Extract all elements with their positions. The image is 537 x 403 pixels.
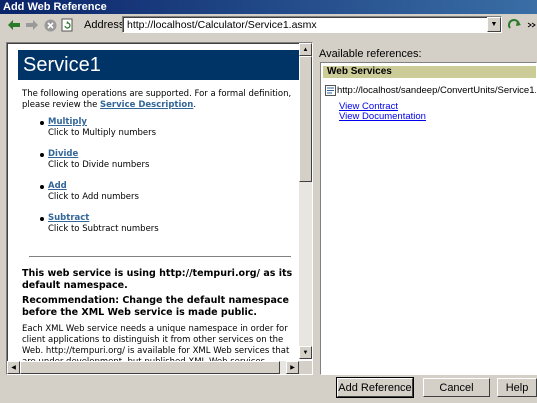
service-page: Service1 The following operations are su… (9, 45, 300, 361)
bullet-icon (40, 217, 44, 221)
operation-item: Divide Click to Divide numbers (48, 149, 149, 171)
window-title: Add Web Reference (0, 0, 537, 14)
go-arrow-icon[interactable] (507, 17, 523, 33)
operation-item: Subtract Click to Subtract numbers (48, 213, 159, 235)
web-service-icon (325, 85, 336, 99)
horizontal-scroll-thumb[interactable] (20, 361, 280, 374)
scroll-up-icon[interactable]: ▲ (299, 43, 312, 56)
scroll-down-icon[interactable]: ▼ (299, 346, 312, 359)
help-button[interactable]: Help (497, 378, 537, 397)
operation-desc: Click to Multiply numbers (48, 128, 157, 138)
toolbar: Address: http://localhost/Calculator/Ser… (0, 14, 537, 36)
operation-desc: Click to Add numbers (48, 192, 139, 202)
recommendation-text: Recommendation: Change the default names… (22, 295, 289, 318)
scroll-right-icon[interactable]: ▶ (286, 361, 299, 374)
operation-item: Multiply Click to Multiply numbers (48, 117, 156, 139)
bullet-icon (40, 121, 44, 125)
browser-pane[interactable]: Service1 The following operations are su… (6, 42, 313, 375)
cancel-button[interactable]: Cancel (423, 378, 490, 397)
operation-link-divide[interactable]: Divide (48, 149, 149, 160)
back-arrow-icon[interactable] (6, 17, 22, 33)
operation-desc: Click to Subtract numbers (48, 224, 159, 234)
service-title: Service1 (18, 50, 300, 80)
bullet-icon (40, 153, 44, 157)
overflow-icon[interactable] (524, 17, 537, 33)
web-services-header: Web Services (323, 66, 536, 78)
forward-arrow-icon[interactable] (24, 17, 40, 33)
stop-icon[interactable] (42, 17, 58, 33)
address-value: http://localhost/Calculator/Service1.asm… (127, 19, 317, 31)
horizontal-scrollbar[interactable]: ◀ ▶ (7, 361, 299, 374)
scroll-left-icon[interactable]: ◀ (7, 361, 20, 374)
available-references-label: Available references: (319, 48, 422, 60)
address-label: Address: (84, 19, 128, 31)
service-description-link[interactable]: Service Description (100, 100, 193, 110)
refresh-icon[interactable] (59, 17, 75, 33)
bullet-icon (40, 185, 44, 189)
vertical-scrollbar[interactable]: ▲ ▼ (299, 43, 312, 359)
references-pane: Web Services http://localhost/sandeep/Co… (320, 62, 537, 375)
scrollbar-corner (299, 361, 312, 374)
divider (29, 256, 291, 258)
vertical-scroll-thumb[interactable] (299, 56, 312, 182)
address-input[interactable]: http://localhost/Calculator/Service1.asm… (122, 16, 502, 33)
chevron-down-icon: ▼ (490, 21, 498, 28)
reference-url: http://localhost/sandeep/ConvertUnits/Se… (337, 85, 537, 96)
operation-desc: Click to Divide numbers (48, 160, 150, 170)
namespace-explanation: Each XML Web service needs a unique name… (22, 324, 290, 361)
add-reference-button[interactable]: Add Reference (336, 377, 414, 398)
intro-text: The following operations are supported. … (22, 89, 292, 110)
operation-link-subtract[interactable]: Subtract (48, 213, 159, 224)
address-dropdown-button[interactable]: ▼ (487, 17, 501, 32)
operation-link-multiply[interactable]: Multiply (48, 117, 156, 128)
operation-link-add[interactable]: Add (48, 181, 139, 192)
namespace-note: This web service is using http://tempuri… (22, 268, 293, 291)
view-documentation-link[interactable]: View Documentation (339, 111, 426, 122)
operation-item: Add Click to Add numbers (48, 181, 139, 203)
